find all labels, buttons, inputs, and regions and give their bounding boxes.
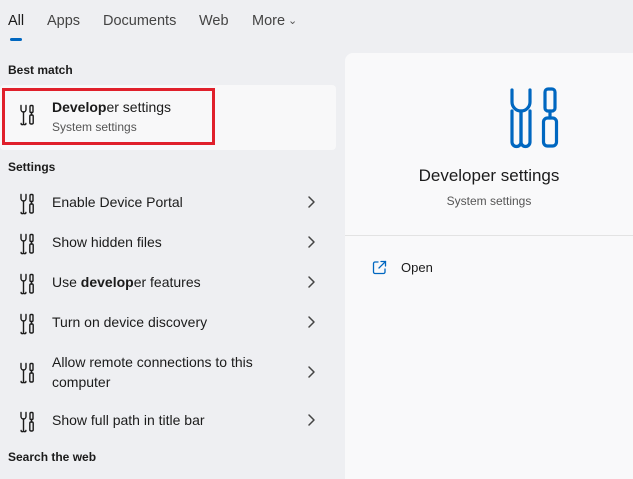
- settings-result-item[interactable]: Use developer features: [0, 270, 336, 298]
- preview-divider: [345, 235, 633, 236]
- active-tab-indicator: [10, 38, 22, 41]
- settings-result-label: Show full path in title bar: [52, 410, 205, 430]
- settings-result-item[interactable]: Enable Device Portal: [0, 190, 336, 218]
- label-text: Enable Device Portal: [52, 194, 183, 210]
- label-text: Allow remote connections to this: [52, 354, 253, 370]
- chevron-right-icon: [306, 315, 316, 334]
- search-tabs: All Apps Documents Web More ⌄: [0, 0, 633, 44]
- open-external-icon: [372, 260, 387, 280]
- chevron-down-icon: ⌄: [288, 15, 298, 27]
- tab-more[interactable]: More ⌄: [252, 13, 297, 29]
- tab-more-label: More: [252, 13, 286, 29]
- preview-subtitle: System settings: [446, 194, 532, 208]
- developer-tools-icon: [19, 313, 37, 340]
- settings-result-label: Use developer features: [52, 272, 201, 292]
- preview-title: Developer settings: [418, 166, 560, 185]
- developer-tools-icon: [19, 233, 37, 260]
- settings-result-label: Enable Device Portal: [52, 192, 183, 212]
- chevron-right-icon: [306, 235, 316, 254]
- best-match-title-bold: Develop: [52, 99, 107, 115]
- developer-tools-icon: [19, 273, 37, 300]
- label-text: Show hidden files: [52, 234, 162, 250]
- label-text-rest: er features: [133, 274, 201, 290]
- preview-pane: [345, 53, 633, 479]
- best-match-title: Developer settings: [52, 99, 171, 115]
- chevron-right-icon: [306, 365, 316, 384]
- developer-tools-icon: [508, 86, 566, 155]
- settings-result-item[interactable]: Show hidden files: [0, 230, 336, 258]
- settings-result-label: Turn on device discovery: [52, 312, 207, 332]
- developer-tools-icon: [19, 104, 37, 131]
- tab-all[interactable]: All: [8, 13, 24, 29]
- tab-web[interactable]: Web: [199, 13, 229, 29]
- section-search-web: Search the web: [8, 450, 97, 464]
- developer-tools-icon: [19, 193, 37, 220]
- chevron-right-icon: [306, 195, 316, 214]
- label-text: Turn on device discovery: [52, 314, 208, 330]
- settings-result-item[interactable]: Allow remote connections to this computer: [0, 350, 336, 398]
- tab-apps[interactable]: Apps: [47, 13, 80, 29]
- chevron-right-icon: [306, 413, 316, 432]
- best-match-subtitle: System settings: [52, 120, 137, 134]
- developer-tools-icon: [19, 411, 37, 438]
- settings-result-label: Show hidden files: [52, 232, 162, 252]
- section-best-match: Best match: [8, 63, 73, 77]
- open-action[interactable]: Open: [401, 260, 433, 275]
- settings-result-item[interactable]: Show full path in title bar: [0, 408, 336, 436]
- tab-documents[interactable]: Documents: [103, 13, 176, 29]
- section-settings: Settings: [8, 160, 56, 174]
- label-text: Show full path in title bar: [52, 412, 205, 428]
- settings-result-item[interactable]: Turn on device discovery: [0, 310, 336, 338]
- chevron-right-icon: [306, 275, 316, 294]
- label-text-line2: computer: [52, 374, 111, 390]
- settings-result-label: Allow remote connections to this computer: [52, 352, 253, 392]
- developer-tools-icon: [19, 362, 37, 389]
- label-text: Use: [52, 274, 81, 290]
- best-match-title-rest: er settings: [106, 99, 172, 115]
- label-match: develop: [80, 274, 134, 290]
